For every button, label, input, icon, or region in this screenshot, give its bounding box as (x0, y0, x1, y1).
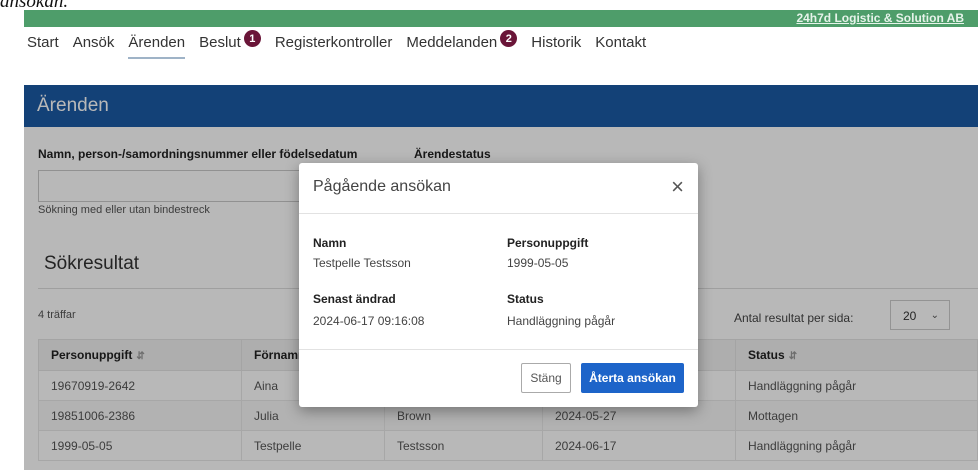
nav-historik[interactable]: Historik (531, 34, 581, 57)
nav-start[interactable]: Start (27, 34, 59, 57)
name-label: Namn (313, 236, 347, 250)
ongoing-application-dialog: Pågående ansökan × Namn Testpelle Testss… (299, 163, 698, 407)
changed-value: 2024-06-17 09:16:08 (313, 314, 425, 328)
person-label: Personuppgift (507, 236, 589, 250)
close-icon[interactable]: × (671, 175, 684, 199)
company-link[interactable]: 24h7d Logistic & Solution AB (796, 10, 964, 27)
close-button[interactable]: Stäng (521, 363, 571, 393)
nav-beslut[interactable]: Beslut 1 (199, 30, 261, 57)
withdraw-application-button[interactable]: Återta ansökan (581, 363, 684, 393)
nav-meddelanden[interactable]: Meddelanden 2 (406, 30, 518, 57)
name-value: Testpelle Testsson (313, 256, 411, 270)
notification-badge: 2 (500, 30, 518, 47)
nav-ansok[interactable]: Ansök (73, 34, 115, 57)
status-value: Handläggning pågår (507, 314, 616, 328)
nav-registerkontroller[interactable]: Registerkontroller (275, 34, 393, 57)
main-nav: Start Ansök Ärenden Beslut 1 Registerkon… (27, 30, 660, 64)
status-label: Status (507, 292, 544, 306)
nav-arenden[interactable]: Ärenden (128, 34, 186, 59)
dialog-divider (299, 213, 698, 214)
dialog-divider (299, 349, 698, 350)
changed-label: Senast ändrad (313, 292, 396, 306)
notification-badge: 1 (243, 30, 261, 47)
dialog-title: Pågående ansökan (313, 178, 451, 195)
top-bar: 24h7d Logistic & Solution AB (24, 10, 978, 27)
nav-kontakt[interactable]: Kontakt (595, 34, 646, 57)
person-value: 1999-05-05 (507, 256, 569, 270)
